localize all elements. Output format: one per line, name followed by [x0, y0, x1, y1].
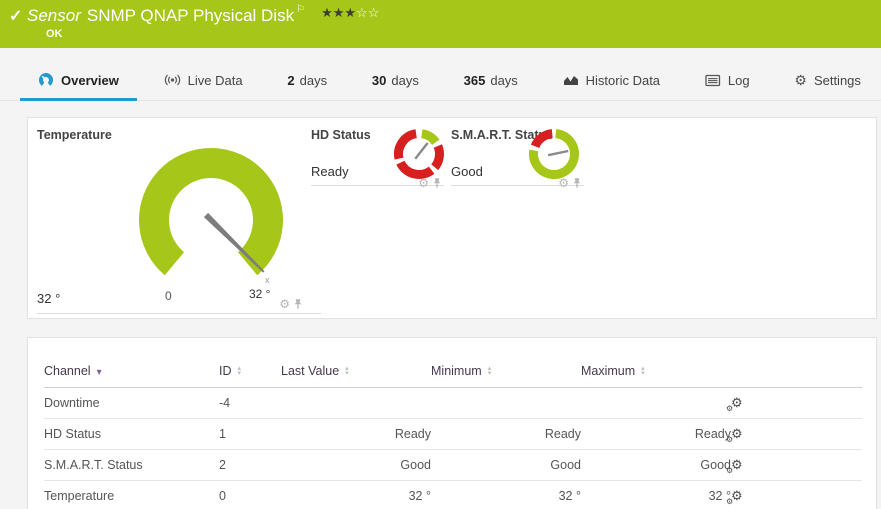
- pin-icon[interactable]: [293, 298, 303, 310]
- tab-2-days[interactable]: 2 days: [269, 60, 345, 100]
- gauge-needle: [547, 149, 569, 157]
- channel-id: 2: [219, 449, 281, 481]
- column-header-actions: [731, 356, 862, 388]
- channel-minimum: 32 °: [431, 480, 581, 509]
- column-header-channel[interactable]: Channel ▾: [44, 356, 219, 388]
- gauge-value: Ready: [311, 164, 349, 179]
- smart-status-gauge-dial: [529, 129, 579, 179]
- channel-id: -4: [219, 387, 281, 419]
- gauge-settings-gear-icon[interactable]: ⚙: [418, 177, 429, 189]
- tab-log[interactable]: Log: [687, 60, 768, 100]
- channel-last-value: 32 °: [281, 480, 431, 509]
- sort-icon: ▴ ▾: [345, 364, 349, 377]
- channel-settings-icon[interactable]: ⚙ ⚙: [726, 426, 743, 444]
- sort-icon: ▴ ▾: [237, 364, 242, 377]
- sensor-header: ✓ Sensor SNMP QNAP Physical Disk ⚐ ★★★☆☆ OK: [0, 0, 881, 48]
- channels-table: Channel ▾ ID ▴ ▾ Last Value ▴ ▾ Minimum ▴ ▾ Max…: [44, 356, 862, 509]
- object-kind-label: Sensor: [27, 6, 81, 25]
- page-title: SNMP QNAP Physical Disk: [86, 6, 295, 25]
- star-filled-icon[interactable]: ★: [344, 5, 356, 20]
- gauge-settings-gear-icon[interactable]: ⚙: [279, 298, 290, 310]
- table-row[interactable]: Downtime -4 ⚙ ⚙: [44, 387, 862, 419]
- table-row[interactable]: S.M.A.R.T. Status 2 Good Good Good ⚙ ⚙: [44, 449, 862, 481]
- column-header-maximum[interactable]: Maximum ▴ ▾: [581, 356, 731, 388]
- sort-icon: ▴ ▾: [641, 364, 645, 377]
- tab-historic-data[interactable]: Historic Data: [545, 60, 678, 100]
- gauge-scale-max: 32 °: [249, 287, 271, 301]
- tab-365-days[interactable]: 365 days: [446, 60, 536, 100]
- tab-live-data[interactable]: Live Data: [146, 60, 261, 100]
- channels-panel: Channel ▾ ID ▴ ▾ Last Value ▴ ▾ Minimum ▴ ▾ Max…: [27, 337, 877, 509]
- gauge-max-marker: x: [265, 275, 270, 285]
- channel-maximum: Ready: [581, 418, 731, 450]
- gauge-smart-status: S.M.A.R.T. Status Good ⚙: [451, 118, 584, 189]
- channel-id: 0: [219, 480, 281, 509]
- channel-maximum: 32 °: [581, 480, 731, 509]
- gauge-needle: [414, 142, 429, 160]
- gauges-panel: Temperature x 0 32 ° 32 ° ⚙ HD Status Re…: [27, 117, 877, 319]
- star-empty-icon[interactable]: ☆: [356, 5, 368, 20]
- priority-flag-icon[interactable]: ⚐: [296, 4, 305, 15]
- tab-overview[interactable]: Overview: [20, 60, 137, 101]
- gauge-temperature: Temperature x 0 32 ° 32 ° ⚙: [37, 118, 321, 314]
- gear-icon: ⚙: [794, 71, 807, 88]
- gauge-value: Good: [451, 164, 483, 179]
- gauge-title: HD Status: [311, 128, 371, 142]
- gauge-icon: [39, 73, 53, 86]
- gauge-settings-gear-icon[interactable]: ⚙: [558, 177, 569, 189]
- tab-30-days[interactable]: 30 days: [354, 60, 437, 100]
- gauge-value: 32 °: [37, 291, 61, 306]
- tab-bar: Overview Live Data 2 days 30 days 365 da…: [0, 60, 881, 101]
- channel-settings-icon[interactable]: ⚙ ⚙: [726, 395, 743, 413]
- gauge-hd-status: HD Status Ready ⚙: [311, 118, 444, 189]
- channel-minimum: Ready: [431, 418, 581, 450]
- channel-settings-icon[interactable]: ⚙ ⚙: [726, 488, 743, 506]
- channel-last-value: Good: [281, 449, 431, 481]
- column-header-id[interactable]: ID ▴ ▾: [219, 356, 281, 388]
- log-list-icon: [705, 74, 721, 86]
- status-check-icon: ✓: [9, 8, 23, 25]
- channel-settings-icon[interactable]: ⚙ ⚙: [726, 457, 743, 475]
- channel-name[interactable]: S.M.A.R.T. Status: [44, 449, 219, 481]
- table-row[interactable]: Temperature 0 32 ° 32 ° 32 ° ⚙ ⚙: [44, 480, 862, 509]
- pin-icon[interactable]: [432, 177, 442, 189]
- sensor-status-badge: OK: [46, 28, 63, 40]
- temperature-gauge-dial: x 0 32 °: [139, 148, 283, 303]
- star-filled-icon[interactable]: ★: [321, 5, 333, 20]
- gauge-scale-min: 0: [165, 289, 172, 303]
- channel-maximum: [581, 387, 731, 419]
- channel-last-value: [281, 387, 431, 419]
- channel-id: 1: [219, 418, 281, 450]
- channel-maximum: Good: [581, 449, 731, 481]
- channel-minimum: Good: [431, 449, 581, 481]
- channel-minimum: [431, 387, 581, 419]
- channel-name[interactable]: HD Status: [44, 418, 219, 450]
- sort-desc-icon: ▾: [96, 367, 102, 378]
- table-header-row: Channel ▾ ID ▴ ▾ Last Value ▴ ▾ Minimum ▴ ▾ Max…: [44, 356, 862, 388]
- live-data-icon: [164, 74, 180, 86]
- channel-last-value: Ready: [281, 418, 431, 450]
- table-row[interactable]: HD Status 1 Ready Ready Ready ⚙ ⚙: [44, 418, 862, 450]
- star-empty-icon[interactable]: ☆: [368, 5, 380, 20]
- star-filled-icon[interactable]: ★: [333, 5, 345, 20]
- channel-name[interactable]: Temperature: [44, 480, 219, 509]
- hd-status-gauge-dial: [394, 129, 444, 179]
- sort-icon: ▴ ▾: [487, 364, 492, 377]
- pin-icon[interactable]: [572, 177, 582, 189]
- column-header-last-value[interactable]: Last Value ▴ ▾: [281, 356, 431, 388]
- column-header-minimum[interactable]: Minimum ▴ ▾: [431, 356, 581, 388]
- area-chart-icon: [563, 76, 578, 85]
- tab-settings[interactable]: ⚙ Settings: [776, 60, 879, 100]
- priority-stars[interactable]: ★★★☆☆: [321, 5, 379, 20]
- channel-name[interactable]: Downtime: [44, 387, 219, 419]
